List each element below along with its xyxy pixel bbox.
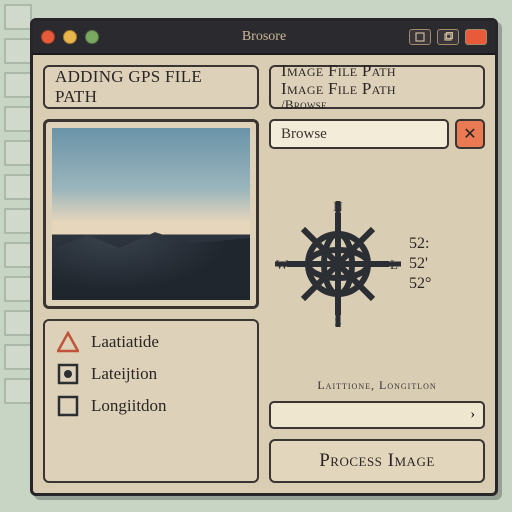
target-icon bbox=[57, 363, 79, 385]
warning-icon bbox=[57, 331, 79, 353]
window-close-button[interactable] bbox=[465, 29, 487, 45]
traffic-lights bbox=[41, 30, 99, 44]
browse-clear-button[interactable]: ✕ bbox=[455, 119, 485, 149]
process-image-button[interactable]: Process Image bbox=[269, 439, 485, 483]
compass-w: W bbox=[276, 257, 289, 272]
readout-0: 52: bbox=[409, 235, 431, 253]
browse-field-label: Browse bbox=[281, 126, 327, 143]
preview-thumbnail bbox=[52, 128, 250, 300]
minimize-dot[interactable] bbox=[63, 30, 77, 44]
window-button-a[interactable] bbox=[409, 29, 431, 45]
close-dot[interactable] bbox=[41, 30, 55, 44]
readout-1: 52' bbox=[409, 255, 431, 273]
process-image-label: Process Image bbox=[319, 450, 435, 472]
image-preview bbox=[43, 119, 259, 309]
zoom-dot[interactable] bbox=[85, 30, 99, 44]
list-item-label: Lateijtion bbox=[91, 364, 157, 384]
content-grid: Adding GPS File Path Image File Path Ima… bbox=[33, 55, 495, 493]
image-path-line1: Image File Path bbox=[281, 62, 396, 80]
list-item-label: Longiitdon bbox=[91, 396, 167, 416]
compass-n: N bbox=[333, 199, 343, 214]
gps-path-header: Adding GPS File Path bbox=[43, 65, 259, 109]
browse-row: Browse ✕ bbox=[269, 119, 485, 149]
close-icon: ✕ bbox=[463, 124, 476, 144]
coord-input[interactable]: › bbox=[269, 401, 485, 429]
right-column: Browse ✕ bbox=[269, 119, 485, 429]
image-path-line3: /Browse bbox=[281, 98, 327, 112]
image-path-header: Image File Path Image File Path /Browse bbox=[269, 65, 485, 109]
window-buttons bbox=[409, 29, 487, 45]
browse-field[interactable]: Browse bbox=[269, 119, 449, 149]
chevron-right-icon: › bbox=[470, 407, 475, 423]
compass-panel: N S W L 52: 52' 52° bbox=[269, 157, 485, 370]
list-item[interactable]: Lateijtion bbox=[57, 363, 245, 385]
compass-e: L bbox=[390, 257, 398, 272]
coordinate-readouts: 52: 52' 52° bbox=[409, 235, 431, 293]
gps-path-header-label: Adding GPS File Path bbox=[55, 67, 247, 107]
window-button-b[interactable] bbox=[437, 29, 459, 45]
compass-icon: N S W L bbox=[273, 199, 403, 329]
readout-2: 52° bbox=[409, 275, 431, 293]
list-item-label: Laatiatide bbox=[91, 332, 159, 352]
compass-s: S bbox=[334, 314, 341, 329]
list-item[interactable]: Laatiatide bbox=[57, 331, 245, 353]
app-window: Brosore Adding GPS File Path Image File … bbox=[30, 18, 498, 496]
list-item[interactable]: Longiitdon bbox=[57, 395, 245, 417]
titlebar: Brosore bbox=[33, 21, 495, 55]
option-list: Laatiatide Lateijtion Longiitdon bbox=[43, 319, 259, 483]
square-icon bbox=[57, 395, 79, 417]
image-path-line2: Image File Path bbox=[281, 80, 396, 98]
coord-caption: Laittione, Longitlon bbox=[269, 378, 485, 393]
